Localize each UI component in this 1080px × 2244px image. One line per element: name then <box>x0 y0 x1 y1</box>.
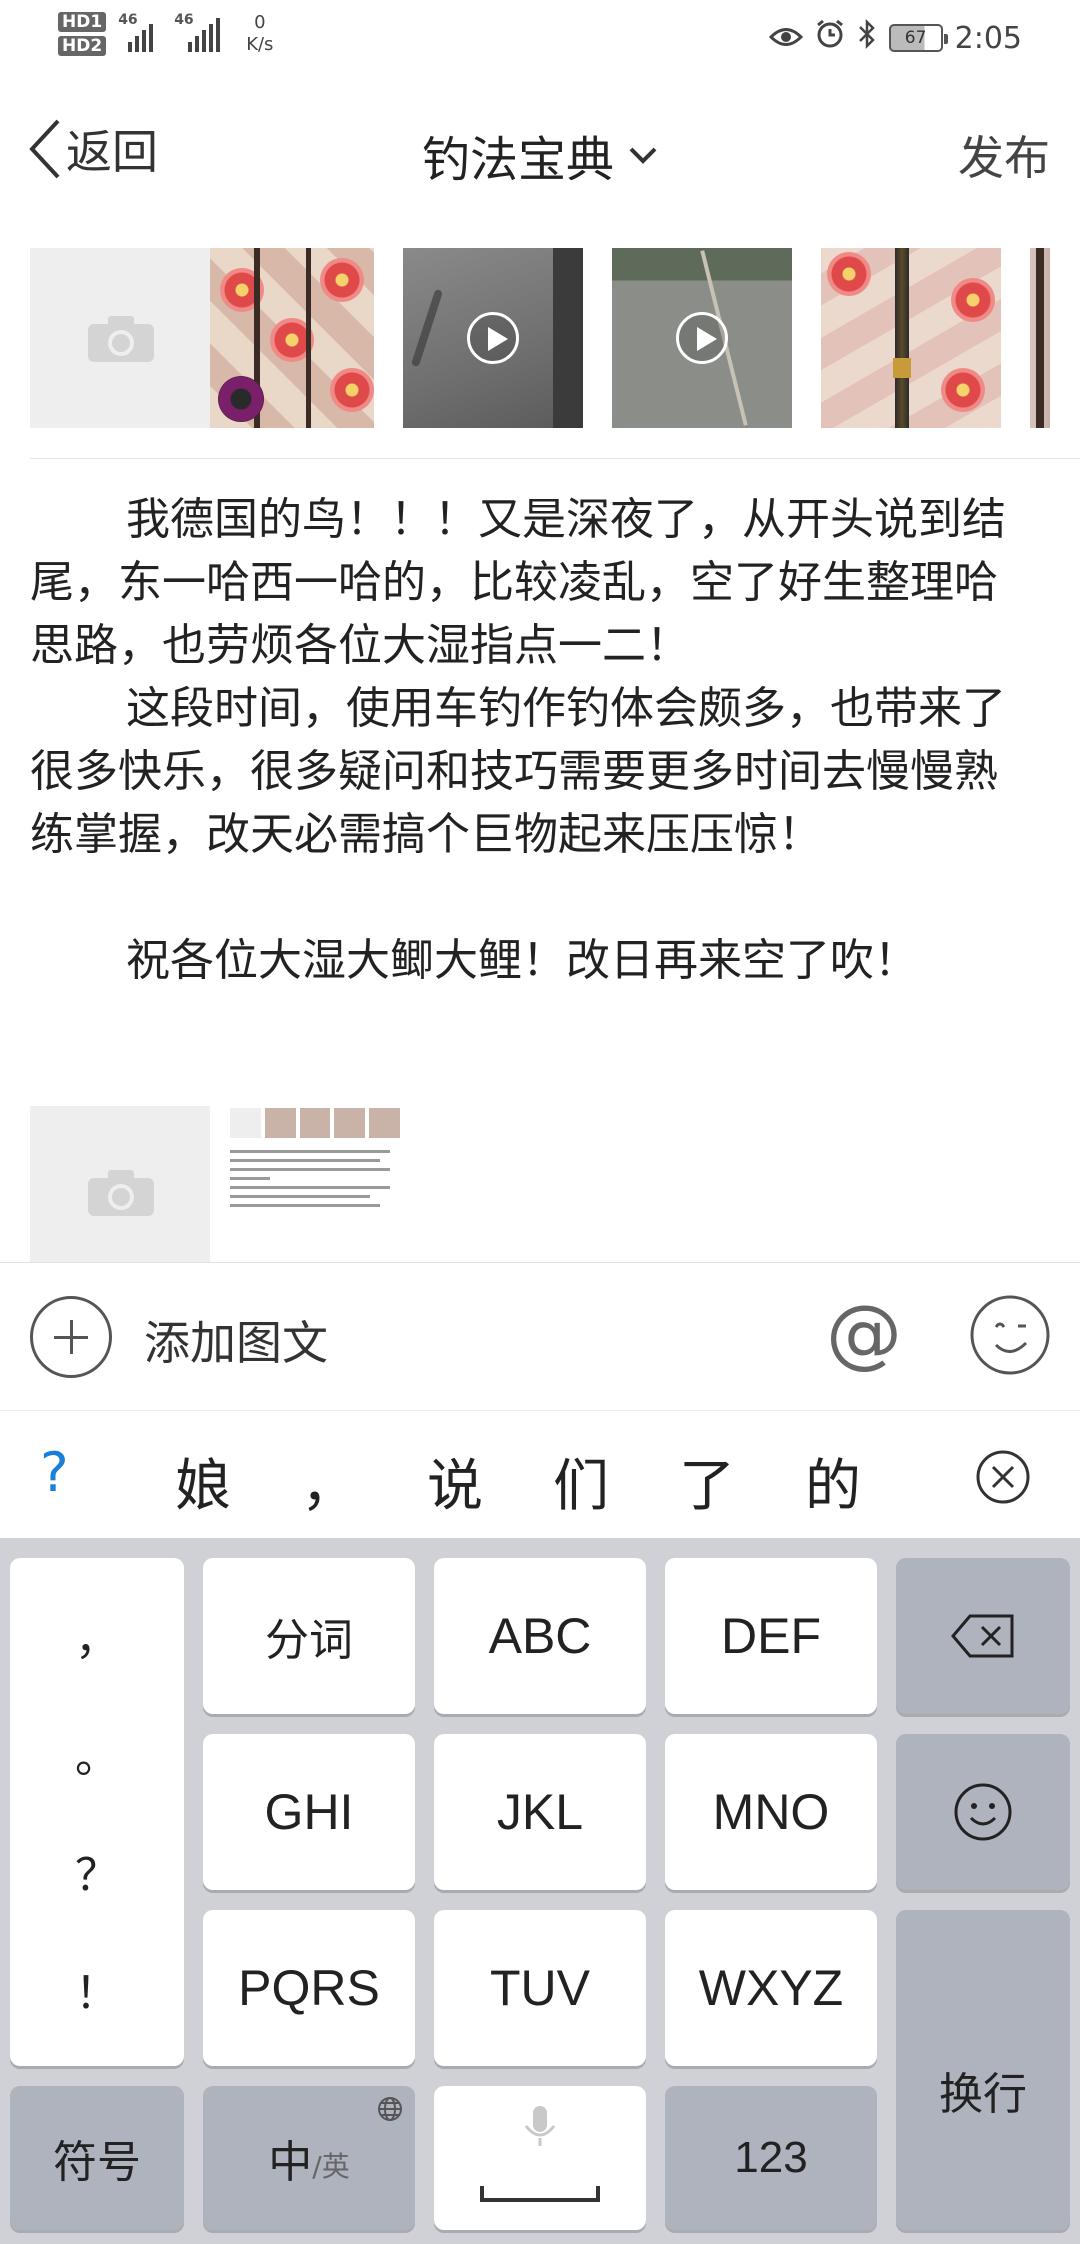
candidate-item[interactable]: 娘 <box>140 1441 266 1511</box>
language-switch-key[interactable]: 中/英 <box>203 2086 415 2230</box>
net-speed: 0 K/s <box>246 12 274 55</box>
video-thumbnail[interactable] <box>612 248 792 428</box>
play-icon <box>676 312 728 364</box>
en-label: /英 <box>312 2150 350 2183</box>
smiley-icon <box>954 1783 1012 1841</box>
add-photo-button[interactable] <box>30 1106 210 1262</box>
key-wxyz[interactable]: WXYZ <box>665 1910 877 2066</box>
page-title: 钓法宝典 <box>421 132 614 188</box>
camera-icon <box>88 316 154 362</box>
backspace-icon <box>951 1614 1014 1658</box>
microphone-icon <box>524 2106 556 2146</box>
emoji-key[interactable] <box>896 1734 1070 1890</box>
globe-icon <box>378 2097 402 2121</box>
board-selector[interactable]: 钓法宝典 <box>0 120 1080 190</box>
publish-button[interactable]: 发布 <box>958 122 1050 188</box>
candidate-help[interactable]: ? <box>40 1441 69 1504</box>
post-body-editor[interactable]: 我德国的鸟！！！又是深夜了，从开头说到结尾，东一哈西一哈的，比较凌乱，空了好生整… <box>30 488 1040 992</box>
signal-icon: 46 <box>118 12 162 52</box>
punct-key[interactable]: ！ <box>75 1957 119 2021</box>
key-def[interactable]: DEF <box>665 1558 877 1714</box>
key-pqrs[interactable]: PQRS <box>203 1910 415 2066</box>
zh-label: 中 <box>268 2137 313 2188</box>
header: 返回 钓法宝典 发布 <box>0 80 1080 230</box>
space-voice-key[interactable] <box>434 2086 646 2230</box>
close-candidates-button[interactable] <box>975 1449 1031 1509</box>
enter-key[interactable]: 换行 <box>896 1910 1070 2230</box>
signal-icon: 46 <box>174 12 228 52</box>
emoji-button[interactable] <box>968 1293 1052 1381</box>
key-tuv[interactable]: TUV <box>434 1910 646 2066</box>
candidate-item[interactable]: 说 <box>392 1441 518 1511</box>
hd-badges: HD1 HD2 <box>58 12 107 56</box>
media-strip <box>30 248 1080 428</box>
symbols-key[interactable]: 符号 <box>10 2086 184 2230</box>
camera-icon <box>88 1170 154 1216</box>
numbers-key[interactable]: 123 <box>665 2086 877 2230</box>
add-content-label[interactable]: 添加图文 <box>144 1307 328 1373</box>
battery-icon: 67 <box>888 24 948 52</box>
add-photo-button[interactable] <box>30 248 210 428</box>
key-abc[interactable]: ABC <box>434 1558 646 1714</box>
composer-bar: 添加图文 @ <box>0 1262 1080 1410</box>
punct-key[interactable]: 。 <box>75 1721 119 1785</box>
space-bar-icon <box>480 2186 600 2202</box>
status-bar: HD1 HD2 46 46 0 K/s 67 2:05 <box>0 0 1080 80</box>
key-jkl[interactable]: JKL <box>434 1734 646 1890</box>
hd2-badge: HD2 <box>58 36 107 56</box>
video-thumbnail[interactable] <box>403 248 583 428</box>
close-circle-icon <box>976 1450 1030 1504</box>
media-thumbnail[interactable] <box>1030 248 1050 428</box>
bluetooth-icon <box>857 18 877 58</box>
mention-button[interactable]: @ <box>826 1285 902 1381</box>
candidate-bar: ? 娘 ， 说 们 了 的 好 <box>0 1410 1080 1538</box>
punct-key[interactable]: ， <box>75 1603 119 1667</box>
play-icon <box>467 312 519 364</box>
hd1-badge: HD1 <box>58 12 107 32</box>
candidate-item[interactable]: 的 <box>770 1441 896 1511</box>
keyboard: ， 。 ？ ！ 分词 ABC DEF GHI JKL MNO PQRS TUV … <box>0 1538 1080 2244</box>
alarm-icon <box>815 19 845 57</box>
key-mno[interactable]: MNO <box>665 1734 877 1890</box>
paragraph: 祝各位大湿大鲫大鲤！改日再来空了吹！ <box>126 935 918 986</box>
smiley-icon <box>970 1295 1050 1375</box>
paragraph: 我德国的鸟！！！又是深夜了，从开头说到结尾，东一哈西一哈的，比较凌乱，空了好生整… <box>30 494 1006 671</box>
punct-key[interactable]: ？ <box>75 1839 119 1903</box>
media-thumbnail[interactable] <box>210 248 374 428</box>
key-fenci[interactable]: 分词 <box>203 1558 415 1714</box>
candidate-item[interactable]: 们 <box>518 1441 644 1511</box>
draft-preview-thumbnail[interactable] <box>230 1106 400 1262</box>
punctuation-column[interactable]: ， 。 ？ ！ <box>10 1558 184 2066</box>
chevron-down-icon <box>629 147 657 164</box>
preview-row <box>30 1106 1080 1262</box>
key-ghi[interactable]: GHI <box>203 1734 415 1890</box>
candidate-item[interactable]: ， <box>266 1441 392 1511</box>
clock: 2:05 <box>954 20 1022 56</box>
eye-icon <box>768 21 803 56</box>
divider <box>30 458 1080 459</box>
paragraph: 这段时间，使用车钓作钓体会颇多，也带来了很多快乐，很多疑问和技巧需要更多时间去慢… <box>30 683 1006 860</box>
candidate-list: 娘 ， 说 们 了 的 好 <box>140 1441 930 1511</box>
candidate-item[interactable]: 了 <box>644 1441 770 1511</box>
backspace-key[interactable] <box>896 1558 1070 1714</box>
add-content-button[interactable] <box>30 1296 112 1378</box>
candidate-item[interactable]: 好 <box>896 1441 930 1511</box>
media-thumbnail[interactable] <box>821 248 1001 428</box>
